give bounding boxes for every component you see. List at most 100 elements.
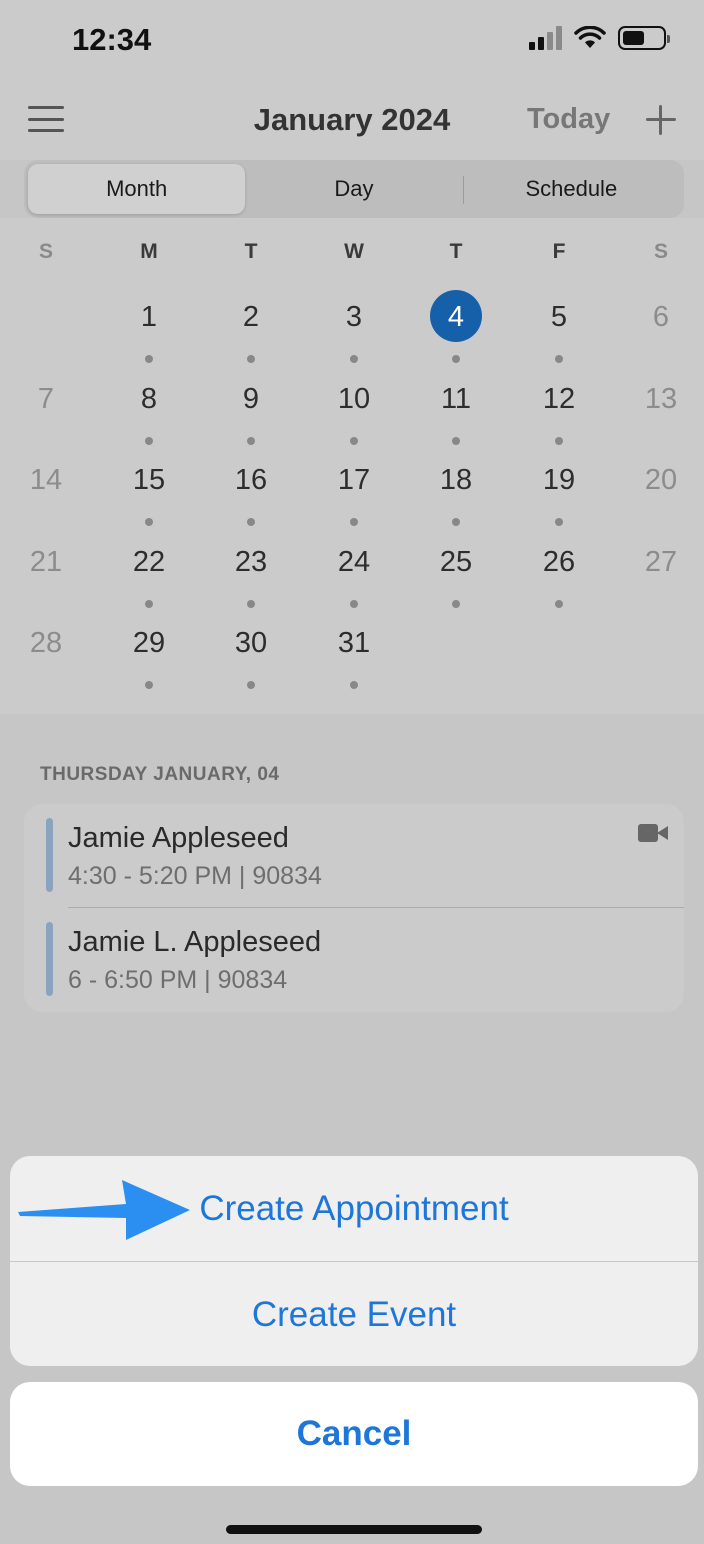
event-indicator-dot (555, 518, 563, 526)
calendar-day-6[interactable]: 6 (621, 286, 701, 366)
day-number: 31 (337, 627, 371, 659)
event-indicator-dot (555, 599, 563, 608)
event-client-name: Jamie L. Appleseed (68, 926, 322, 958)
calendar-day-1[interactable]: 1 (109, 286, 189, 366)
video-camera-icon (638, 824, 668, 842)
calendar-day-23[interactable]: 23 (211, 531, 291, 611)
calendar-day-9[interactable]: 9 (211, 368, 291, 448)
status-time: 12:34 (72, 22, 152, 57)
tab-schedule-label: Schedule (525, 176, 618, 201)
day-number: 1 (140, 301, 158, 333)
calendar-day-29[interactable]: 29 (109, 612, 189, 692)
calendar-day-15[interactable]: 15 (109, 449, 189, 529)
home-indicator (226, 1525, 482, 1534)
day-number: 28 (29, 627, 63, 659)
calendar-day-18[interactable]: 18 (416, 449, 496, 529)
day-number: 8 (140, 382, 158, 415)
tab-day[interactable]: Day (245, 164, 462, 214)
calendar-day-30[interactable]: 30 (211, 612, 291, 692)
event-time-code: 6 - 6:50 PM | 90834 (68, 966, 288, 994)
day-number: 30 (234, 627, 268, 659)
calendar-day-12[interactable]: 12 (519, 368, 599, 448)
battery-icon (618, 26, 670, 50)
calendar-day-20[interactable]: 20 (621, 449, 701, 529)
event-indicator-dot (452, 355, 460, 363)
day-number: 27 (644, 545, 678, 578)
segment-divider (462, 176, 464, 204)
event-indicator-dot (247, 599, 255, 608)
today-button[interactable]: Today (527, 103, 610, 136)
cancel-button[interactable]: Cancel (10, 1382, 698, 1486)
day-number: 23 (234, 545, 268, 578)
calendar-day-10[interactable]: 10 (314, 368, 394, 448)
event-indicator-dot (247, 436, 255, 445)
event-indicator-dot (145, 436, 153, 445)
calendar-day-19[interactable]: 19 (519, 449, 599, 529)
calendar-day-22[interactable]: 22 (109, 531, 189, 611)
agenda-date-heading: THURSDAY JANUARY, 04 (40, 764, 280, 785)
day-number: 9 (242, 382, 260, 415)
day-number: 4 (447, 301, 465, 333)
calendar-day-2[interactable]: 2 (211, 286, 291, 366)
calendar-day-25[interactable]: 25 (416, 531, 496, 611)
event-list-item[interactable]: Jamie Appleseed 4:30 - 5:20 PM | 90834 (24, 804, 684, 908)
status-icons (529, 26, 670, 50)
hamburger-menu-icon[interactable] (28, 106, 64, 132)
calendar-day-11[interactable]: 11 (416, 368, 496, 448)
day-number: 18 (439, 464, 473, 496)
wifi-icon (574, 26, 606, 48)
weekday-header-row: SMTWTFS (0, 240, 704, 270)
event-indicator-dot (247, 355, 255, 363)
calendar-day-27[interactable]: 27 (621, 531, 701, 611)
calendar-day-16[interactable]: 16 (211, 449, 291, 529)
calendar-day-5[interactable]: 5 (519, 286, 599, 366)
calendar-day-26[interactable]: 26 (519, 531, 599, 611)
calendar-day-7[interactable]: 7 (6, 368, 86, 448)
event-indicator-dot (145, 681, 153, 689)
event-color-bar (46, 922, 53, 996)
calendar-day-21[interactable]: 21 (6, 531, 86, 611)
calendar-day-28[interactable]: 28 (6, 612, 86, 692)
weekday-label: S (653, 240, 668, 263)
event-indicator-dot (350, 518, 358, 526)
day-number: 16 (234, 464, 268, 496)
tab-schedule[interactable]: Schedule (462, 164, 680, 214)
event-indicator-dot (145, 355, 153, 363)
event-indicator-dot (350, 436, 358, 445)
weekday-label: F (552, 240, 566, 263)
event-list-card: Jamie Appleseed 4:30 - 5:20 PM | 90834 J… (24, 804, 684, 1012)
day-number: 26 (542, 545, 576, 578)
event-indicator-dot (247, 518, 255, 526)
day-number: 17 (337, 464, 371, 496)
day-number: 22 (132, 545, 166, 578)
status-bar: 12:34 (0, 0, 704, 80)
event-list-item[interactable]: Jamie L. Appleseed 6 - 6:50 PM | 90834 (24, 908, 684, 1012)
event-client-name: Jamie Appleseed (68, 822, 289, 854)
calendar-day-14[interactable]: 14 (6, 449, 86, 529)
calendar-day-24[interactable]: 24 (314, 531, 394, 611)
calendar-day-17[interactable]: 17 (314, 449, 394, 529)
calendar-header: January 2024 Today (0, 80, 704, 160)
day-number: 10 (337, 382, 371, 415)
day-number: 5 (550, 301, 568, 333)
day-number: 11 (440, 382, 472, 415)
calendar-day-3[interactable]: 3 (314, 286, 394, 366)
day-number: 12 (542, 382, 576, 415)
day-number: 3 (345, 301, 363, 333)
add-plus-icon[interactable] (646, 105, 676, 135)
calendar-day-13[interactable]: 13 (621, 368, 701, 448)
calendar-day-8[interactable]: 8 (109, 368, 189, 448)
weekday-label: W (344, 240, 364, 263)
day-number: 13 (644, 382, 678, 415)
event-indicator-dot (555, 355, 563, 363)
tab-month[interactable]: Month (28, 164, 246, 214)
create-event-button[interactable]: Create Event (10, 1262, 698, 1366)
calendar-day-4[interactable]: 4 (416, 286, 496, 366)
weekday-label: T (449, 240, 463, 263)
event-time-code: 4:30 - 5:20 PM | 90834 (68, 862, 322, 890)
event-indicator-dot (555, 436, 563, 445)
calendar-day-31[interactable]: 31 (314, 612, 394, 692)
view-mode-segmented-control: Month Day Schedule (24, 160, 684, 218)
cellular-signal-icon (529, 26, 562, 50)
event-indicator-dot (452, 599, 460, 608)
